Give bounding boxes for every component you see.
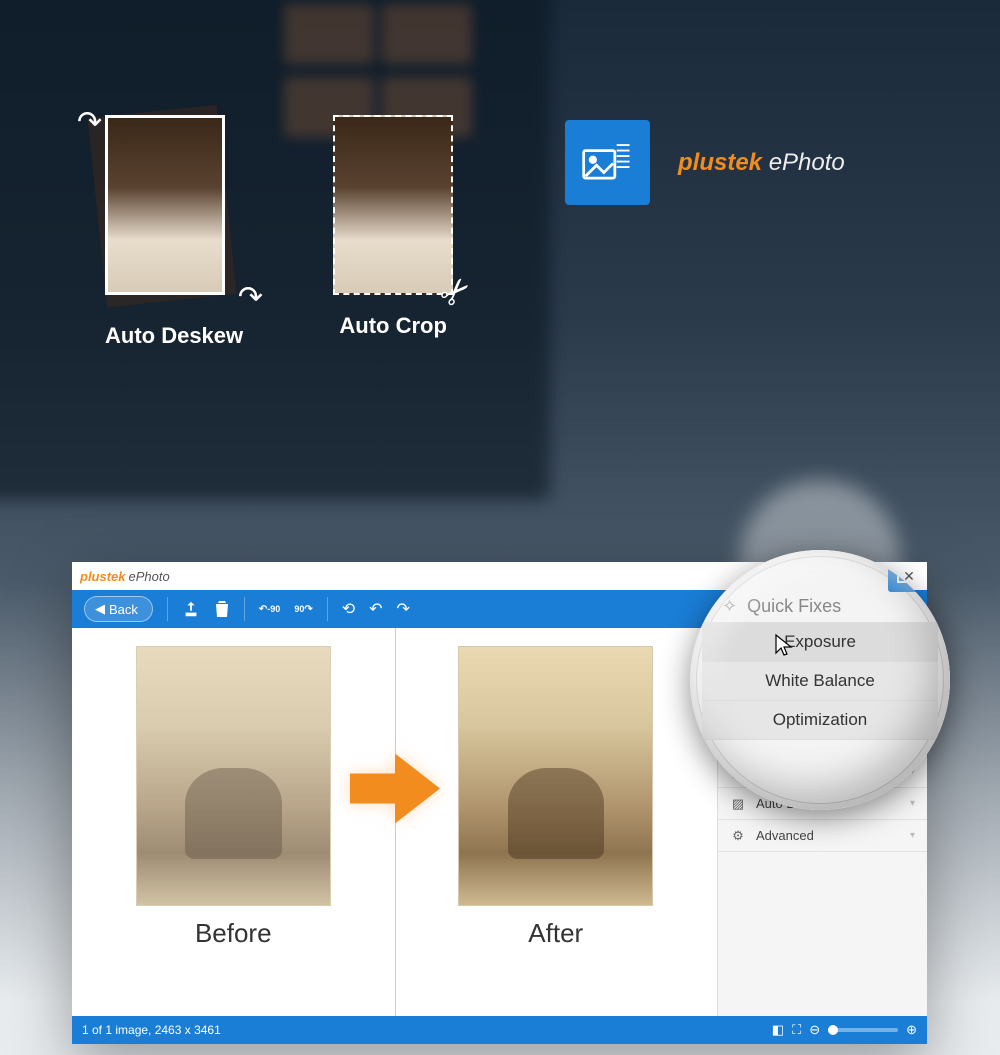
- after-photo: [458, 646, 653, 906]
- titlebar-product: ePhoto: [129, 569, 170, 584]
- undo-icon[interactable]: ↶: [369, 599, 382, 619]
- export-icon[interactable]: [182, 600, 200, 618]
- quick-fixes-header: ✧ Quick Fixes: [702, 590, 938, 623]
- panel-item-icon: ⚙: [730, 828, 746, 844]
- rotate-arrow-icon: ↶: [77, 105, 102, 140]
- auto-crop-sample: ✂ Auto Crop: [333, 115, 453, 349]
- compare-arrow-icon: [350, 748, 440, 833]
- app-brand-block: plustek ePhoto: [565, 120, 845, 205]
- back-arrow-icon: ◀: [95, 601, 105, 617]
- after-label: After: [528, 918, 583, 949]
- zoom-out-icon[interactable]: ⊖: [809, 1022, 820, 1038]
- chevron-down-icon: ▾: [910, 830, 915, 841]
- status-text: 1 of 1 image, 2463 x 3461: [82, 1023, 764, 1037]
- titlebar-brand: plustek: [80, 569, 126, 584]
- rotate-arrow-icon: ↷: [238, 280, 263, 315]
- canvas-area: Before After: [72, 628, 717, 1016]
- auto-deskew-sample: ↶ ↷ Auto Deskew: [105, 115, 243, 349]
- zoom-in-icon[interactable]: ⊕: [906, 1022, 917, 1038]
- crop-label: Auto Crop: [333, 313, 453, 339]
- cursor-icon: [774, 633, 794, 662]
- zoom-slider[interactable]: [828, 1028, 898, 1032]
- delete-icon[interactable]: [214, 600, 230, 618]
- refresh-icon[interactable]: ⟲: [342, 599, 355, 619]
- back-label: Back: [109, 602, 138, 617]
- statusbar: 1 of 1 image, 2463 x 3461 ◧ ⛶ ⊖ ⊕: [72, 1016, 927, 1044]
- deskew-label: Auto Deskew: [105, 323, 243, 349]
- before-label: Before: [195, 918, 272, 949]
- magic-wand-icon: ✧: [722, 596, 737, 617]
- redo-icon[interactable]: ↷: [397, 599, 410, 619]
- quick-fix-exposure[interactable]: Exposure: [702, 622, 938, 662]
- rotate-left-button[interactable]: ↶-90: [259, 604, 280, 615]
- magnifier-overlay: ✧ Quick Fixes Exposure White Balance Opt…: [690, 550, 950, 810]
- before-photo: [136, 646, 331, 906]
- quick-fix-optimization[interactable]: Optimization: [702, 700, 938, 740]
- panel-item-label: Advanced: [756, 828, 814, 843]
- feature-samples: ↶ ↷ Auto Deskew ✂ Auto Crop: [105, 115, 453, 349]
- app-logo-text: plustek ePhoto: [678, 149, 845, 177]
- crop-photo: ✂: [333, 115, 453, 295]
- compare-view-icon[interactable]: ◧: [772, 1022, 784, 1038]
- fit-screen-icon[interactable]: ⛶: [792, 1022, 801, 1038]
- quick-fixes-label: Quick Fixes: [747, 596, 841, 617]
- back-button[interactable]: ◀ Back: [84, 596, 153, 622]
- rotate-right-button[interactable]: 90↷: [294, 604, 312, 615]
- app-icon: [565, 120, 650, 205]
- deskew-photo: ↶ ↷: [105, 115, 235, 305]
- quick-fix-white-balance[interactable]: White Balance: [702, 661, 938, 701]
- panel-item-advanced[interactable]: ⚙ Advanced ▾: [718, 820, 927, 852]
